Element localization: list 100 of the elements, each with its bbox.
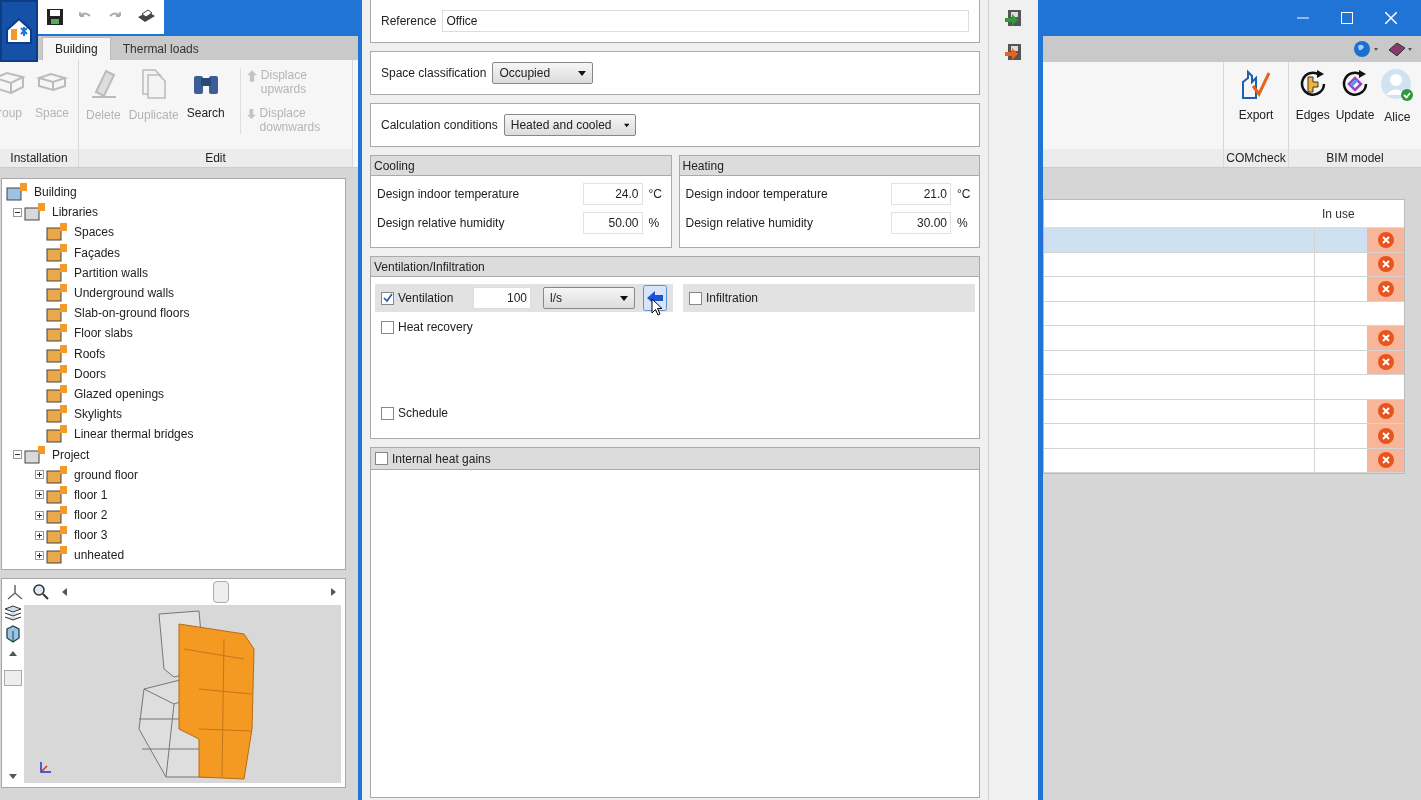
down-arrow-icon — [246, 106, 256, 122]
expand-icon[interactable] — [34, 550, 44, 560]
tree-item[interactable]: Project — [51, 445, 91, 464]
group-title: Cooling — [374, 157, 415, 175]
tree-item[interactable]: Building — [33, 183, 78, 202]
tree-node-icon — [46, 485, 68, 504]
collapse-icon[interactable] — [12, 450, 22, 460]
error-icon — [1377, 280, 1394, 297]
user-avatar-icon[interactable] — [1380, 68, 1415, 102]
expand-icon[interactable] — [34, 530, 44, 540]
tree-item[interactable]: floor 2 — [73, 506, 109, 525]
maximize-icon[interactable] — [1341, 12, 1353, 24]
mouse-cursor-icon — [651, 298, 663, 316]
tree-item[interactable]: Partition walls — [73, 263, 150, 282]
caret-icon — [620, 295, 628, 301]
scrollbar-thumb[interactable] — [213, 581, 229, 603]
tree-item[interactable]: ground floor — [73, 465, 140, 484]
tree-node-icon — [6, 183, 28, 202]
checkbox[interactable] — [689, 291, 702, 305]
number-input[interactable]: 24.0 — [582, 183, 643, 205]
tree-item[interactable]: Libraries — [51, 203, 100, 222]
tree-node-icon — [46, 304, 68, 323]
tree-item[interactable]: Façades — [73, 243, 122, 262]
export-icon[interactable] — [1003, 42, 1024, 62]
building-check-icon — [1240, 68, 1272, 100]
tree-item[interactable]: Spaces — [73, 223, 116, 242]
number-input[interactable]: 30.00 — [891, 212, 951, 234]
checkbox-label: Internal heat gains — [392, 450, 491, 468]
tree-node-icon — [46, 425, 68, 444]
save-icon[interactable] — [46, 8, 64, 26]
expand-icon[interactable] — [34, 490, 44, 500]
ribbon-button[interactable]: Export — [1238, 68, 1274, 149]
tree-node-icon — [46, 263, 68, 282]
tree-item[interactable]: Linear thermal bridges — [73, 425, 195, 444]
field-label: Design relative humidity — [377, 215, 506, 232]
unit-label: % — [956, 215, 969, 232]
tree-node-icon — [46, 465, 68, 484]
globe-icon[interactable] — [1353, 40, 1379, 58]
group-title: Ventilation/Infiltration — [374, 258, 485, 276]
axes-icon[interactable] — [6, 583, 24, 601]
tree-item[interactable]: Floor slabs — [73, 324, 134, 343]
layers-icon[interactable] — [4, 605, 22, 621]
checkbox[interactable] — [375, 452, 388, 465]
dropdown[interactable]: Occupied — [492, 62, 594, 84]
tree-node-icon — [24, 203, 46, 222]
dropdown[interactable]: l/s — [543, 287, 635, 309]
ribbon-tab[interactable]: Thermal loads — [110, 37, 211, 60]
checkbox[interactable] — [381, 291, 394, 305]
axis-triad-icon — [38, 761, 52, 775]
reference-input[interactable]: Office — [442, 10, 969, 32]
tree-node-icon — [46, 526, 68, 545]
scroll-left-icon[interactable] — [62, 588, 68, 596]
ribbon-button[interactable]: Edges — [1295, 68, 1330, 149]
tree-item[interactable]: Doors — [73, 364, 107, 383]
scrollbar-thumb[interactable] — [4, 670, 22, 686]
number-input[interactable]: 21.0 — [891, 183, 951, 205]
tree-item[interactable]: Slab-on-ground floors — [73, 304, 191, 323]
field-label: Space classification — [381, 65, 487, 82]
tree-node-icon — [46, 405, 68, 424]
ribbon-button[interactable]: Search — [183, 68, 228, 122]
number-input[interactable]: 100 — [473, 287, 531, 309]
tree-item[interactable]: floor 1 — [73, 485, 109, 504]
tree-item[interactable]: Roofs — [73, 344, 107, 363]
field-label: Reference — [381, 13, 437, 30]
ribbon-tab[interactable]: Building — [42, 37, 111, 60]
tree-item[interactable]: unheated — [73, 546, 126, 565]
tree-item[interactable]: Glazed openings — [73, 384, 166, 403]
tree-item[interactable]: Underground walls — [73, 284, 176, 303]
checkbox[interactable] — [381, 406, 394, 420]
ribbon-group-label: COMcheck — [1226, 150, 1286, 167]
import-icon[interactable] — [1003, 8, 1024, 28]
ribbon-group-label: Edit — [205, 150, 226, 167]
cube-icon[interactable] — [5, 625, 21, 643]
tree-node-icon — [46, 324, 68, 343]
ribbon-button[interactable]: Update — [1335, 68, 1375, 149]
expand-icon[interactable] — [34, 510, 44, 520]
tree-item[interactable]: Skylights — [73, 405, 124, 424]
unit-label: % — [647, 215, 661, 232]
ribbon-button[interactable]: Alice — [1380, 68, 1415, 149]
tree-item[interactable]: floor 3 — [73, 526, 109, 545]
tree-node-icon — [46, 384, 68, 403]
caret-icon — [578, 70, 587, 76]
scroll-down-icon[interactable] — [9, 774, 17, 779]
scroll-right-icon[interactable] — [331, 588, 337, 596]
number-input[interactable]: 50.00 — [582, 212, 643, 234]
group-title: Heating — [682, 157, 724, 175]
error-icon — [1377, 354, 1394, 371]
book-icon[interactable] — [1387, 40, 1413, 58]
column-header[interactable]: In use — [1314, 200, 1367, 227]
checkbox[interactable] — [381, 320, 394, 334]
expand-icon[interactable] — [34, 470, 44, 480]
checkbox-label: Ventilation — [398, 290, 454, 307]
dropdown[interactable]: Heated and cooled — [503, 114, 636, 136]
error-icon — [1377, 452, 1394, 469]
close-icon[interactable] — [1385, 12, 1397, 24]
collapse-icon[interactable] — [12, 207, 22, 217]
tree-node-icon — [46, 546, 68, 565]
app-logo-icon[interactable] — [0, 0, 38, 62]
scroll-up-icon[interactable] — [9, 651, 17, 656]
zoom-icon[interactable] — [32, 583, 50, 601]
